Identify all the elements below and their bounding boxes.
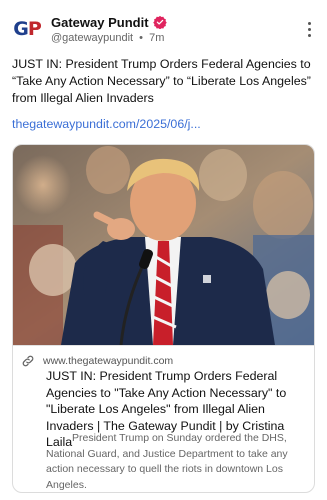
preview-image[interactable] (13, 145, 315, 345)
post-link[interactable]: thegatewaypundit.com/2025/06/j... (12, 117, 201, 131)
post-text: JUST IN: President Trump Orders Federal … (12, 57, 311, 105)
account-handle[interactable]: @gatewaypundit (51, 32, 133, 44)
preview-description: President Trump on Sunday ordered the DH… (46, 432, 288, 491)
preview-domain: www.thegatewaypundit.com (43, 355, 174, 367)
post-header: G P Gateway Pundit @gatewaypundit • 7m (12, 12, 319, 46)
post-time[interactable]: 7m (149, 32, 164, 44)
avatar[interactable]: G P (12, 14, 42, 44)
avatar-letter-g: G (13, 18, 29, 40)
account-name[interactable]: Gateway Pundit (51, 15, 149, 30)
avatar-letter-p: P (27, 18, 42, 40)
more-options-icon[interactable] (299, 17, 319, 41)
verified-badge-icon (152, 15, 167, 29)
preview-body: www.thegatewaypundit.com JUST IN: Presid… (13, 345, 314, 492)
post-card[interactable]: G P Gateway Pundit @gatewaypundit • 7m J… (0, 0, 327, 500)
name-row: Gateway Pundit (51, 15, 299, 30)
author-info: Gateway Pundit @gatewaypundit • 7m (51, 15, 299, 44)
link-icon (22, 355, 34, 367)
separator-dot: • (139, 31, 144, 44)
link-preview-card[interactable]: www.thegatewaypundit.com JUST IN: Presid… (12, 144, 315, 493)
handle-row: @gatewaypundit • 7m (51, 32, 299, 44)
domain-row: www.thegatewaypundit.com (21, 354, 173, 368)
